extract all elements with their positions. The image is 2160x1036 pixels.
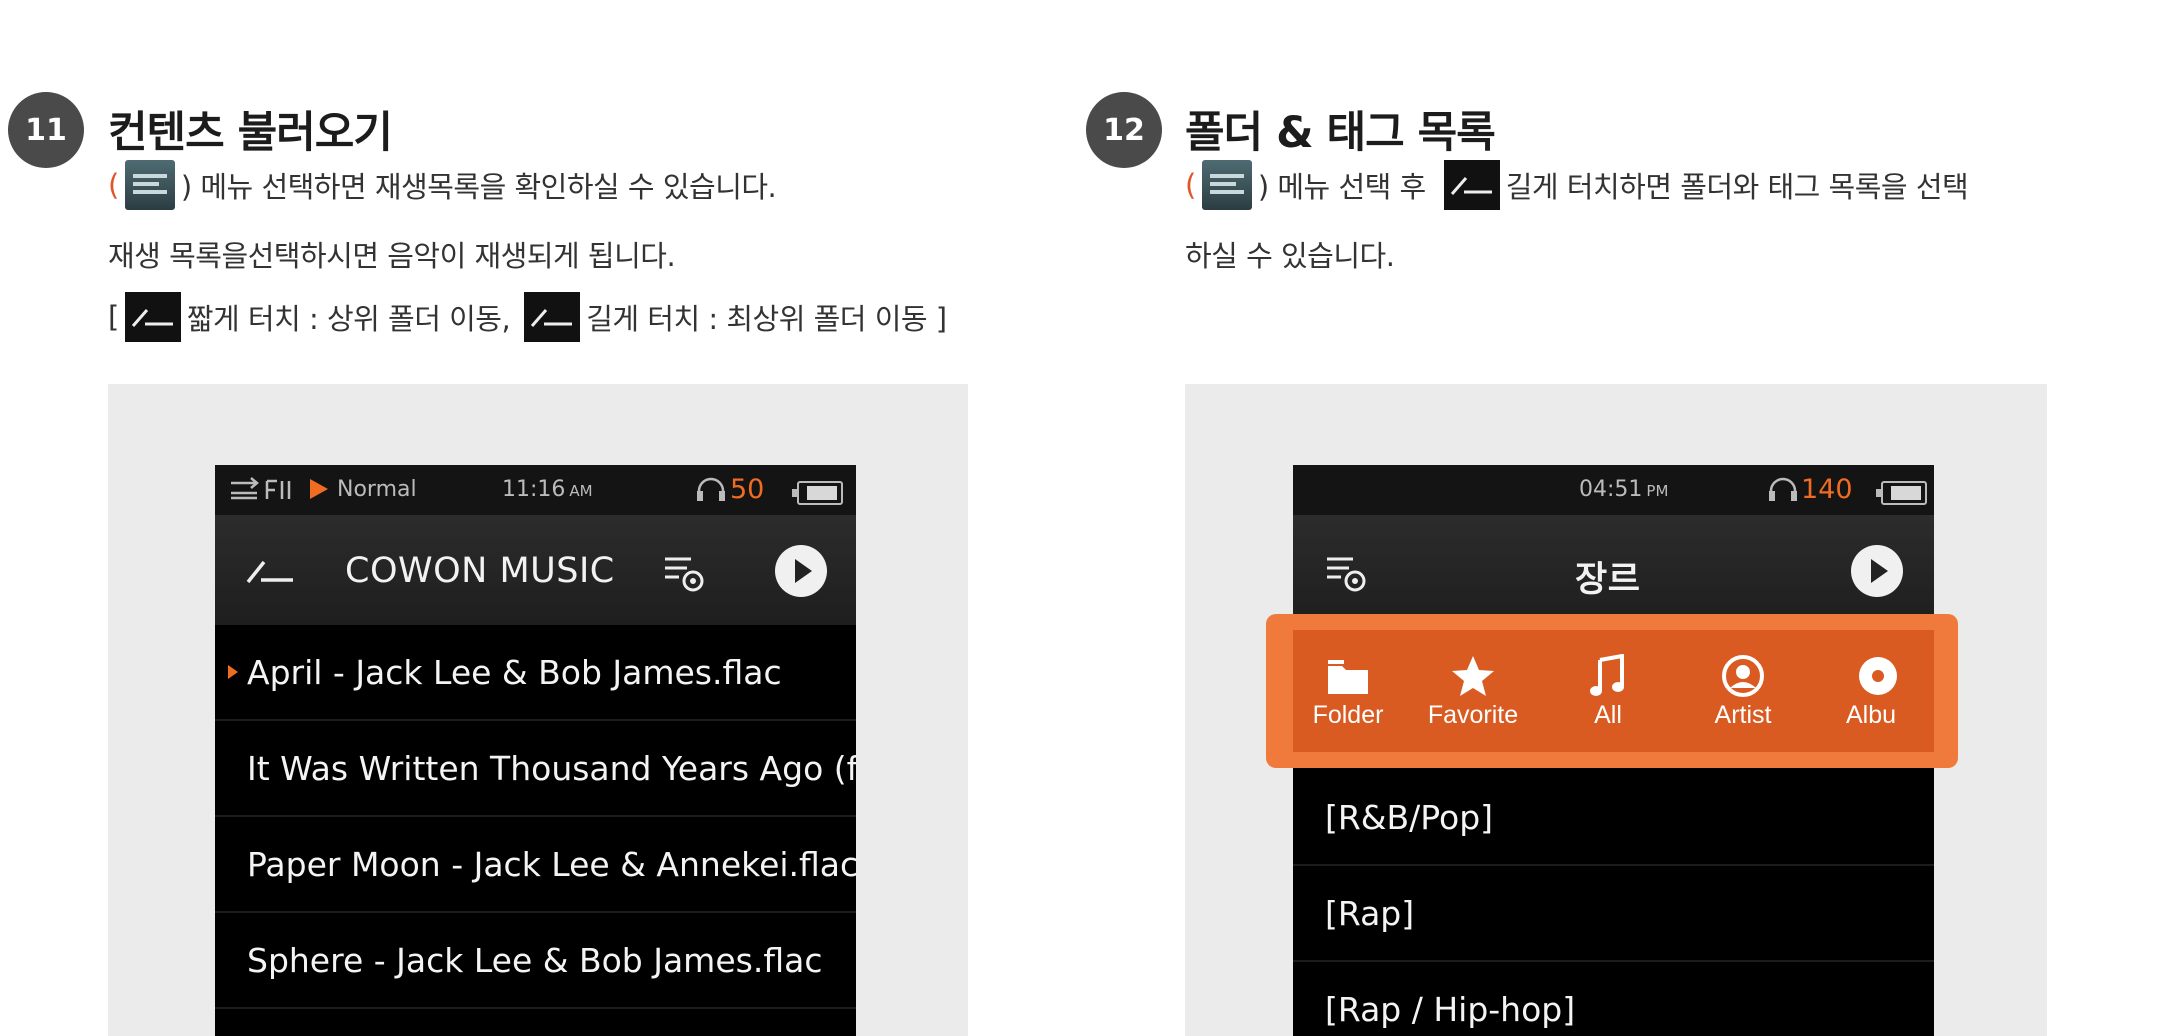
artist-icon bbox=[1721, 653, 1765, 699]
tag-favorite[interactable]: Favorite bbox=[1403, 630, 1543, 752]
battery-icon bbox=[792, 481, 843, 505]
desc-line-3: [ 짧게 터치 : 상위 폴더 이동, 길게 터치 : 최상위 폴더 이동 ] bbox=[108, 292, 947, 342]
paren-open: ( bbox=[108, 168, 119, 202]
long-touch-text: 길게 터치 : 최상위 폴더 이동 ] bbox=[586, 302, 947, 336]
tag-artist[interactable]: Artist bbox=[1673, 630, 1813, 752]
back-icon bbox=[1443, 160, 1500, 210]
back-icon bbox=[524, 292, 581, 342]
tag-album[interactable]: Albu bbox=[1838, 630, 1934, 752]
list-item[interactable]: Sphere - Jack Lee & Bob James.flac bbox=[215, 913, 856, 1009]
desc-line-1: ( ) 메뉴 선택하면 재생목록을 확인하실 수 있습니다. bbox=[108, 160, 777, 210]
star-icon bbox=[1450, 653, 1496, 699]
tag-label: All bbox=[1594, 700, 1622, 729]
screen-title-genre: 장르 bbox=[1575, 560, 1641, 600]
title-bar: 장르 bbox=[1293, 515, 1934, 625]
menu-icon bbox=[1201, 160, 1252, 210]
bracket-open: [ bbox=[108, 300, 119, 334]
list-item[interactable]: [Rap / Hip-hop] bbox=[1293, 962, 1934, 1036]
desc-line-1: ( ) 메뉴 선택 후 길게 터치하면 폴더와 태그 목록을 선택 bbox=[1185, 160, 1969, 210]
headphone-icon bbox=[1768, 477, 1798, 509]
genre-name: [Rap / Hip-hop] bbox=[1325, 989, 1576, 1029]
desc-text: ) 메뉴 선택 후 bbox=[1257, 170, 1426, 204]
album-icon bbox=[1856, 653, 1900, 699]
tag-all[interactable]: All bbox=[1543, 630, 1673, 752]
headphone-icon bbox=[696, 477, 726, 509]
track-name: It Was Written Thousand Years Ago (fe bbox=[247, 748, 856, 788]
play-status-icon bbox=[310, 479, 328, 505]
clock: 11:16 AM bbox=[502, 477, 593, 502]
list-item[interactable]: April - Jack Lee & Bob James.flac bbox=[215, 625, 856, 721]
device-screen-music: Normal 11:16 AM 50 COWON MUSIC April - Ja… bbox=[215, 465, 856, 1036]
clock-ampm: AM bbox=[569, 482, 593, 500]
track-name: Sphere - Jack Lee & Bob James.flac bbox=[247, 940, 823, 980]
track-name: Paper Moon - Jack Lee & Annekei.flac bbox=[247, 844, 856, 884]
tag-label: Folder bbox=[1312, 700, 1384, 729]
music-note-icon bbox=[1588, 653, 1628, 699]
clock-ampm: PM bbox=[1646, 482, 1669, 500]
back-icon[interactable] bbox=[245, 557, 295, 589]
step-badge-11: 11 bbox=[8, 92, 84, 168]
tag-menu: Folder Favorite All Artist Albu bbox=[1293, 630, 1934, 752]
clock-time: 11:16 bbox=[502, 477, 566, 502]
playlist-settings-icon[interactable] bbox=[661, 549, 707, 599]
back-icon bbox=[124, 292, 181, 342]
clock-time: 04:51 bbox=[1579, 477, 1643, 502]
menu-icon bbox=[124, 160, 175, 210]
desc-line-2: 재생 목록을선택하시면 음악이 재생되게 됩니다. bbox=[108, 239, 676, 273]
tag-folder[interactable]: Folder bbox=[1293, 630, 1403, 752]
status-bar: 04:51 PM 140 bbox=[1293, 465, 1934, 515]
volume-level: 50 bbox=[730, 474, 765, 505]
list-item[interactable]: [Rap] bbox=[1293, 866, 1934, 962]
volume-level: 140 bbox=[1801, 474, 1853, 505]
list-item[interactable]: Paper Moon - Jack Lee & Annekei.flac bbox=[215, 817, 856, 913]
app-title: COWON MUSIC bbox=[345, 551, 615, 591]
playlist-settings-icon[interactable] bbox=[1323, 549, 1369, 599]
clock: 04:51 PM bbox=[1579, 477, 1668, 502]
title-bar: COWON MUSIC bbox=[215, 515, 856, 625]
short-touch-text: 짧게 터치 : 상위 폴더 이동, bbox=[186, 302, 511, 336]
desc-line-2: 하실 수 있습니다. bbox=[1185, 239, 1395, 273]
paren-open: ( bbox=[1185, 168, 1196, 202]
tag-label: Albu bbox=[1846, 700, 1897, 729]
now-playing-button[interactable] bbox=[1851, 545, 1903, 597]
battery-icon bbox=[1876, 481, 1927, 505]
current-track-icon bbox=[228, 665, 238, 679]
section-title-folder-tag: 폴더 & 태그 목록 bbox=[1185, 108, 1496, 158]
step-badge-12: 12 bbox=[1086, 92, 1162, 168]
genre-name: [R&B/Pop] bbox=[1325, 797, 1494, 837]
status-bar: Normal 11:16 AM 50 bbox=[215, 465, 856, 515]
section-title-content-load: 컨텐츠 불러오기 bbox=[108, 108, 393, 158]
genre-name: [Rap] bbox=[1325, 893, 1415, 933]
desc-text: ) 메뉴 선택하면 재생목록을 확인하실 수 있습니다. bbox=[180, 170, 777, 204]
tag-label: Favorite bbox=[1427, 700, 1519, 729]
track-name: April - Jack Lee & Bob James.flac bbox=[247, 652, 782, 692]
repeat-icon bbox=[227, 475, 297, 509]
desc-text: 길게 터치하면 폴더와 태그 목록을 선택 bbox=[1505, 170, 1969, 204]
play-mode: Normal bbox=[337, 477, 417, 502]
list-item[interactable]: [R&B/Pop] bbox=[1293, 770, 1934, 866]
tag-label: Artist bbox=[1714, 700, 1772, 729]
list-item[interactable]: It Was Written Thousand Years Ago (fe bbox=[215, 721, 856, 817]
now-playing-button[interactable] bbox=[775, 545, 827, 597]
folder-icon bbox=[1326, 653, 1370, 699]
